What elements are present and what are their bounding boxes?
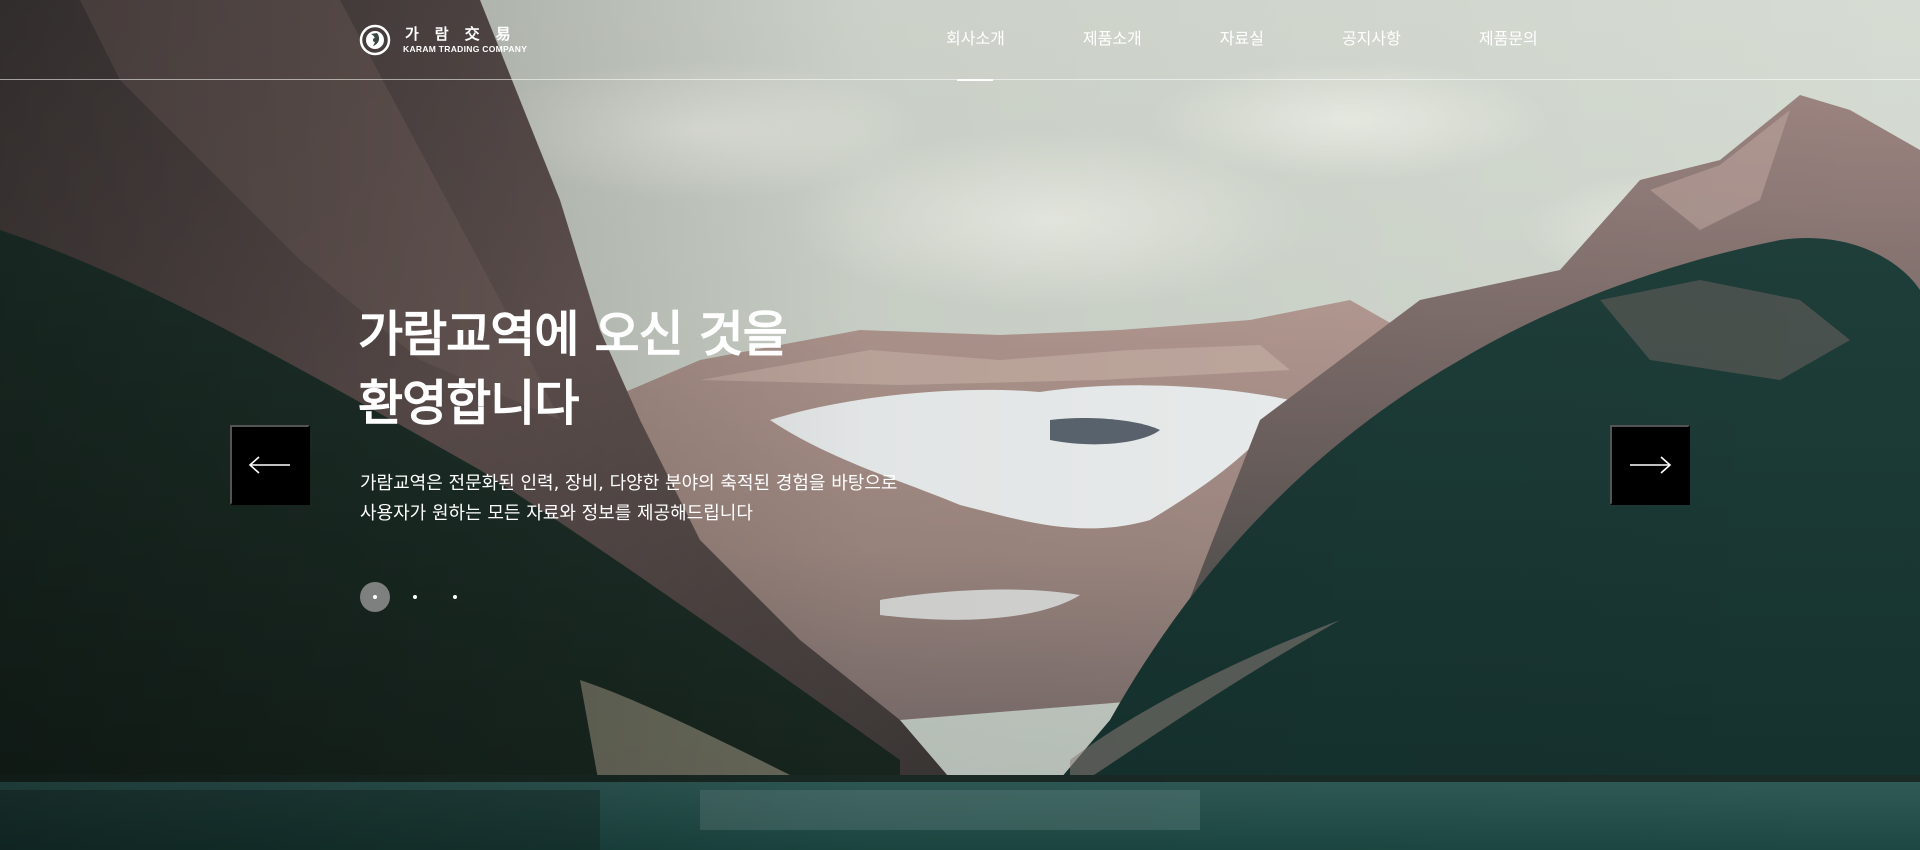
nav-item-archive[interactable]: 자료실: [1220, 0, 1264, 80]
karam-emblem-icon: [359, 24, 391, 56]
hero-desc-line2: 사용자가 원하는 모든 자료와 정보를 제공해드립니다: [360, 503, 753, 524]
hero-title: 가람교역에 오신 것을 환영합니다: [358, 300, 958, 438]
hero-title-line1: 가람교역에 오신 것을: [358, 306, 788, 363]
logo-name-en: KARAM TRADING COMPANY: [403, 43, 528, 54]
nav-item-notice[interactable]: 공지사항: [1342, 0, 1401, 80]
site-header: 가람交易 KARAM TRADING COMPANY 회사소개 제품소개 자료실…: [0, 0, 1920, 80]
slider-dot-2[interactable]: [400, 582, 430, 612]
nav-item-products[interactable]: 제품소개: [1083, 0, 1142, 80]
slider-next-button[interactable]: [1610, 425, 1690, 505]
nav-item-company[interactable]: 회사소개: [946, 0, 1005, 80]
slider-dot-3[interactable]: [440, 582, 470, 612]
slider-prev-button[interactable]: [230, 425, 310, 505]
logo-name-ko: 가람交易: [405, 24, 527, 43]
arrow-right-icon: [1630, 456, 1672, 474]
hero-desc-line1: 가람교역은 전문화된 인력, 장비, 다양한 분야의 축적된 경험을 바탕으로: [360, 473, 898, 494]
nav-item-inquiry[interactable]: 제품문의: [1479, 0, 1538, 80]
site-logo[interactable]: 가람交易 KARAM TRADING COMPANY: [359, 24, 527, 56]
main-nav: 회사소개 제품소개 자료실 공지사항 제품문의: [900, 0, 1538, 80]
arrow-left-icon: [248, 456, 290, 474]
hero-description: 가람교역은 전문화된 인력, 장비, 다양한 분야의 축적된 경험을 바탕으로 …: [360, 469, 897, 529]
slider-dot-1[interactable]: [360, 582, 390, 612]
hero-title-line2: 환영합니다: [358, 375, 579, 432]
slider-pagination: [360, 582, 480, 612]
